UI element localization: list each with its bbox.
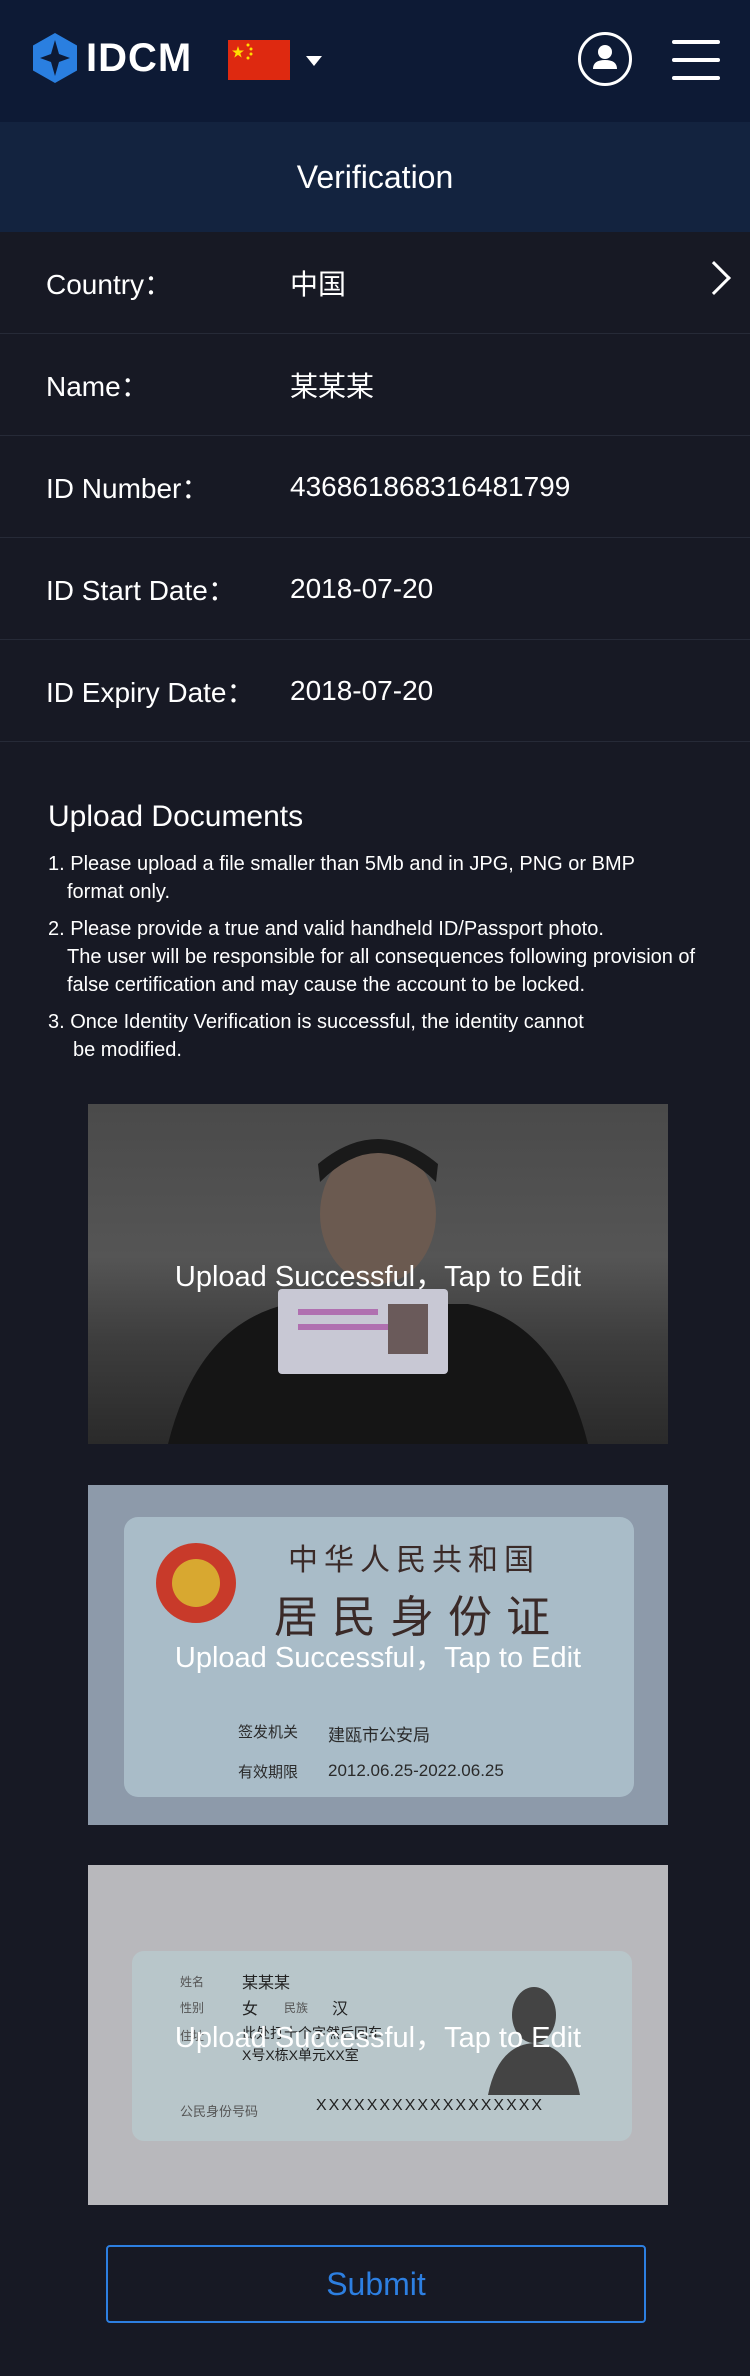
submit-button[interactable]: Submit: [106, 2245, 646, 2323]
name-value[interactable]: 某某某: [290, 365, 374, 405]
name-label: Name：: [46, 370, 149, 402]
user-circle-icon[interactable]: [578, 32, 632, 86]
id-card-front-upload[interactable]: 中华人民共和国 居民身份证 签发机关 建瓯市公安局 有效期限 2012.06.2…: [88, 1485, 668, 1825]
country-label: Country：: [46, 268, 173, 300]
id-field-label: 公民身份号码: [180, 2104, 259, 2119]
id-expiry-date-row: ID Expiry Date： 2018-07-20: [0, 640, 750, 742]
upload-status-text: Upload Successful，Tap to Edit: [174, 1642, 582, 1674]
id-start-date-label: ID Start Date：: [46, 574, 236, 606]
upload-status-text: Upload Successful，Tap to Edit: [174, 2022, 582, 2054]
name-field-label: 姓名: [180, 1975, 205, 1989]
upload-status-text: Upload Successful，Tap to Edit: [174, 1261, 582, 1293]
id-number-label: ID Number：: [46, 472, 210, 504]
authority-value: 建瓯市公安局: [328, 1726, 430, 1745]
china-flag-icon[interactable]: [228, 40, 290, 80]
validity-label: 有效期限: [238, 1764, 299, 1781]
id-number-row: ID Number： 436861868316481799: [0, 436, 750, 538]
id-field-value: XXXXXXXXXXXXXXXXXX: [316, 2097, 545, 2114]
page-title: Verification: [296, 158, 454, 195]
upload-note-1: 1. Please upload a file smaller than 5Mb…: [48, 853, 635, 903]
authority-label: 签发机关: [238, 1724, 299, 1741]
hamburger-menu-icon[interactable]: [672, 40, 720, 80]
id-start-date-value[interactable]: 2018-07-20: [290, 573, 433, 605]
page-title-bar: Verification: [0, 122, 750, 232]
brand-logo[interactable]: IDCM: [32, 32, 192, 84]
card-title: 中华人民共和国: [288, 1543, 540, 1578]
upload-documents-title: Upload Documents: [48, 800, 304, 833]
handheld-id-photo-upload[interactable]: Upload Successful，Tap to Edit: [88, 1104, 668, 1444]
logo-text: IDCM: [86, 36, 193, 80]
upload-note-2: 2. Please provide a true and valid handh…: [48, 918, 696, 996]
chevron-right-icon[interactable]: [697, 261, 731, 295]
top-navigation-bar: IDCM: [0, 0, 750, 122]
idcm-logo-icon: [33, 33, 77, 83]
id-start-date-row: ID Start Date： 2018-07-20: [0, 538, 750, 640]
id-expiry-date-label: ID Expiry Date：: [46, 676, 255, 708]
country-row[interactable]: Country： 中国: [0, 232, 750, 334]
upload-note-3: 3. Once Identity Verification is success…: [48, 1011, 584, 1061]
upload-documents-section: Upload Documents 1. Please upload a file…: [0, 742, 750, 1064]
validity-value: 2012.06.25-2022.06.25: [328, 1761, 504, 1780]
id-card-back-upload[interactable]: 姓名 某某某 性别 女 民族 汉 住址 此处打十个字然后回车 X号X栋X单元XX…: [88, 1865, 668, 2205]
name-field-value: 某某某: [242, 1975, 291, 1992]
id-number-value[interactable]: 436861868316481799: [290, 471, 570, 503]
name-row: Name： 某某某: [0, 334, 750, 436]
id-expiry-date-value[interactable]: 2018-07-20: [290, 675, 433, 707]
language-dropdown-caret-icon[interactable]: [306, 56, 322, 66]
country-value: 中国: [290, 268, 347, 300]
